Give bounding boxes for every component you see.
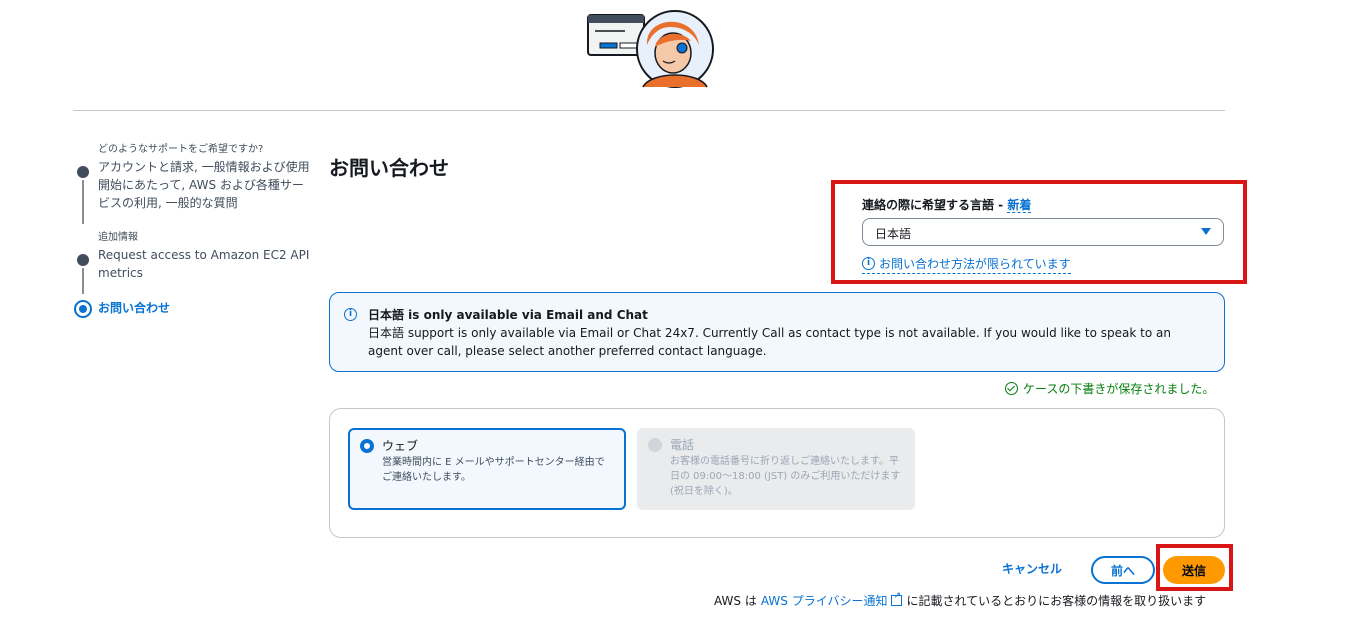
step-label: 追加情報 [98, 232, 138, 243]
radio-disabled-icon [648, 438, 662, 452]
draft-saved-status: ケースの下書きが保存されました。 [1005, 380, 1214, 397]
support-agent-illustration [587, 10, 714, 88]
info-icon: i [344, 308, 357, 321]
privacy-notice-link[interactable]: AWS プライバシー通知 [761, 592, 888, 609]
option-title: 電話 [670, 438, 695, 452]
step-connector [82, 180, 84, 224]
page-title: お問い合わせ [329, 156, 449, 180]
info-link-text: お問い合わせ方法が限られています [879, 257, 1071, 271]
step-support-type[interactable]: どのようなサポートをご希望ですか? アカウントと請求, 一般情報および使用開始に… [73, 142, 313, 224]
privacy-footer: AWS は AWS プライバシー通知 に記載されているとおりにお客様の情報を取り… [714, 591, 1207, 609]
contact-option-web[interactable]: ウェブ 営業時間内に E メールやサポートセンター経由でご連絡いたします。 [348, 428, 626, 510]
radio-selected-icon[interactable] [360, 439, 374, 453]
step-summary: アカウントと請求, 一般情報および使用開始にあたって, AWS および各種サービ… [98, 160, 310, 210]
header-divider [73, 110, 1225, 111]
cancel-button[interactable]: キャンセル [1002, 560, 1062, 577]
option-description: お客様の電話番号に折り返しご連絡いたします。平日の 09:00～18:00 (J… [670, 456, 901, 497]
previous-button[interactable]: 前へ [1091, 556, 1155, 584]
language-select-value: 日本語 [875, 227, 912, 241]
footer-prefix: AWS は [714, 594, 757, 608]
step-current-icon [74, 300, 92, 318]
alert-body: 日本語 support is only available via Email … [368, 326, 1171, 358]
language-label-text: 連絡の際に希望する言語 - [862, 198, 1008, 212]
success-check-icon [1005, 382, 1018, 395]
step-complete-icon [77, 166, 89, 178]
alert-title: 日本語 is only available via Email and Chat [368, 308, 648, 322]
external-link-icon [891, 591, 903, 606]
language-select[interactable]: 日本語 [862, 218, 1224, 246]
option-description: 営業時間内に E メールやサポートセンター経由でご連絡いたします。 [382, 457, 605, 483]
limited-contact-info-link[interactable]: i お問い合わせ方法が限られています [862, 255, 1071, 274]
step-connector [82, 268, 84, 294]
step-summary: Request access to Amazon EC2 API metrics [98, 248, 310, 280]
info-alert: i 日本語 is only available via Email and Ch… [329, 292, 1225, 372]
step-additional-info[interactable]: 追加情報 Request access to Amazon EC2 API me… [73, 230, 313, 294]
footer-suffix: に記載されているとおりにお客様の情報を取り扱います [906, 594, 1207, 608]
contact-option-phone: 電話 お客様の電話番号に折り返しご連絡いたします。平日の 09:00～18:00… [637, 428, 915, 510]
step-contact: お問い合わせ [73, 300, 313, 318]
info-icon: i [862, 257, 875, 270]
step-complete-icon [77, 254, 89, 266]
step-label: お問い合わせ [98, 301, 171, 315]
submit-button[interactable]: 送信 [1163, 556, 1225, 584]
wizard-steps: どのようなサポートをご希望ですか? アカウントと請求, 一般情報および使用開始に… [73, 142, 313, 331]
saved-status-text: ケースの下書きが保存されました。 [1023, 382, 1215, 396]
new-badge[interactable]: 新着 [1007, 198, 1032, 213]
step-label: どのようなサポートをご希望ですか? [98, 144, 264, 155]
caret-down-icon [1201, 228, 1211, 235]
option-title: ウェブ [382, 439, 419, 453]
contact-options: ウェブ 営業時間内に E メールやサポートセンター経由でご連絡いたします。 電話… [329, 408, 1225, 538]
language-label: 連絡の際に希望する言語 - 新着 [862, 196, 1032, 213]
